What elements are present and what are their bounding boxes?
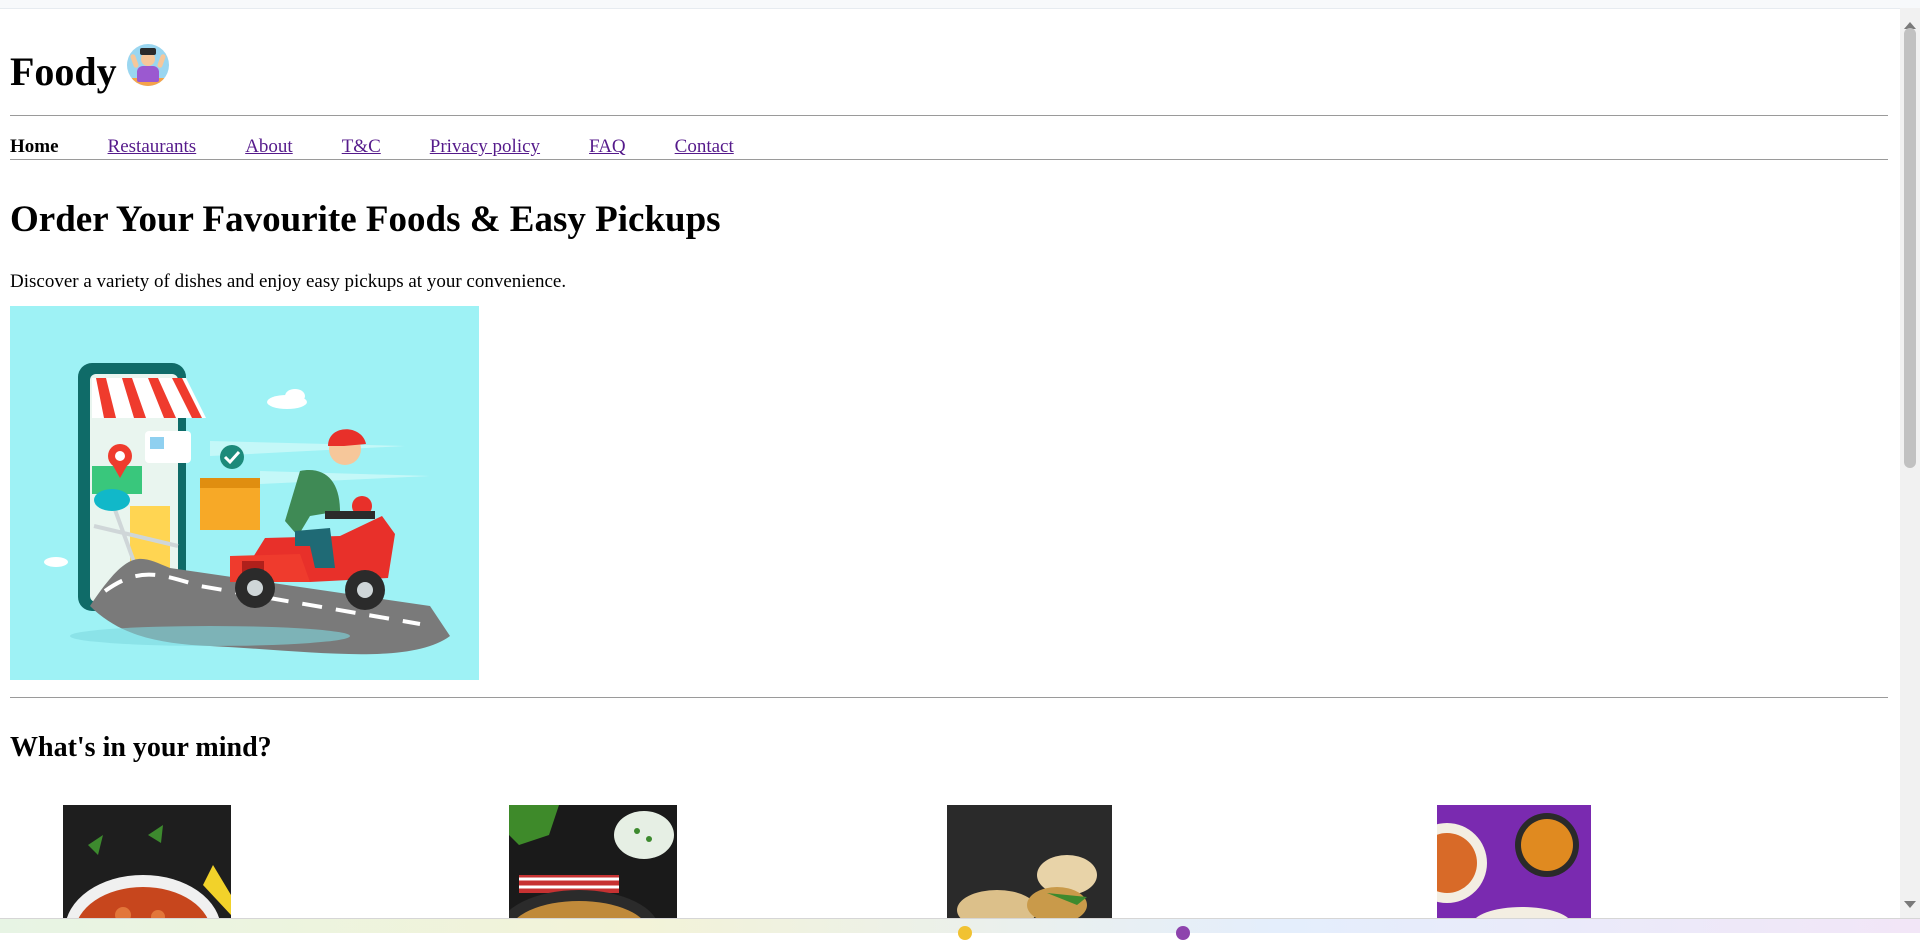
nav-item-faq[interactable]: FAQ [589,136,626,158]
nav-item-privacy-policy[interactable]: Privacy policy [430,136,540,158]
nav-bottom-divider [10,159,1888,160]
category-list [10,805,1890,918]
nav-item-tc[interactable]: T&C [342,136,381,158]
nav-item-restaurants[interactable]: Restaurants [108,136,197,158]
site-title: Foody [10,49,117,94]
nav-item-contact[interactable]: Contact [675,136,734,158]
delivery-scooter-illustration [10,306,479,680]
taskbar-app-icon[interactable] [958,926,972,940]
biryani-raita-photo [509,805,677,918]
vertical-scrollbar[interactable] [1900,8,1920,918]
misal-pav-photo [1437,805,1591,918]
category-card-misal-pav[interactable] [1437,805,1591,918]
category-card-vada-pav[interactable] [947,805,1112,918]
brand: Foody [10,42,169,102]
page: Foody Home Restaurants About T&C Privacy… [10,8,1890,918]
category-card-curry[interactable] [63,805,231,918]
nav-top-divider [10,115,1888,116]
section-divider [10,697,1888,698]
hero-subtitle: Discover a variety of dishes and enjoy e… [10,271,567,292]
section-title[interactable]: What's in your mind? [10,728,272,768]
main-nav: Home Restaurants About T&C Privacy polic… [10,126,783,168]
scroll-down-icon[interactable] [1904,901,1916,908]
nav-item-home[interactable]: Home [10,136,59,158]
vada-pav-photo [947,805,1112,918]
taskbar-edge [0,918,1920,940]
chef-mascot-icon [126,44,169,86]
curry-pot-photo [63,805,231,918]
taskbar-app-icon[interactable] [1176,926,1190,940]
scroll-thumb[interactable] [1904,28,1916,468]
category-card-biryani[interactable] [509,805,677,918]
hero-title: Order Your Favourite Foods & Easy Pickup… [10,199,721,240]
nav-item-about[interactable]: About [245,136,293,158]
